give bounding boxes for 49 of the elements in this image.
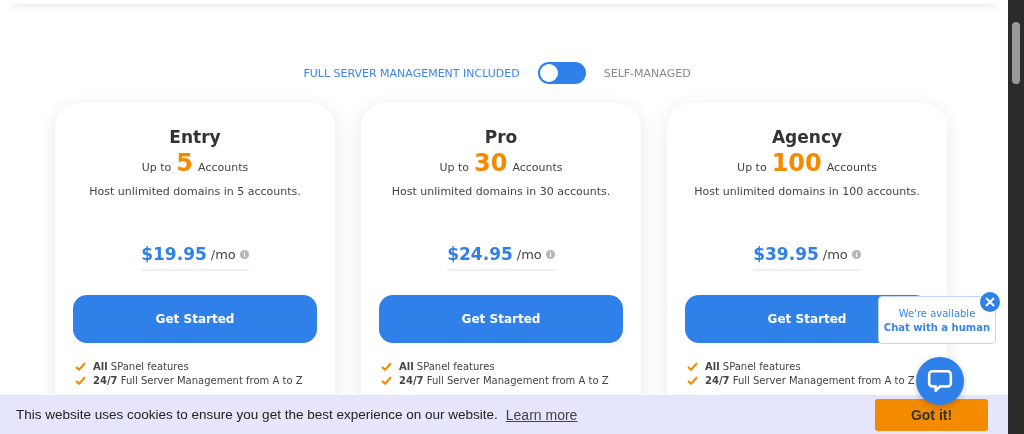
check-icon (687, 376, 698, 385)
scrollbar[interactable] (1008, 0, 1024, 434)
feature-text: All SPanel features (93, 361, 189, 372)
check-icon (381, 376, 392, 385)
info-icon[interactable] (545, 249, 555, 259)
plan-description: Host unlimited domains in 30 accounts. (391, 185, 611, 198)
accounts-count: 30 (474, 149, 508, 177)
accounts-count: 100 (771, 149, 822, 177)
speech-bubble-icon (927, 368, 953, 394)
check-icon (75, 362, 86, 371)
plan-description: Host unlimited domains in 100 accounts. (694, 185, 920, 198)
accounts-prefix: Up to (737, 161, 767, 174)
info-icon[interactable] (239, 249, 249, 259)
check-icon (687, 362, 698, 371)
accounts-unit: Accounts (826, 161, 877, 174)
accounts-prefix: Up to (141, 161, 172, 174)
accounts-unit: Accounts (512, 161, 563, 174)
close-icon[interactable] (980, 292, 1000, 312)
check-icon (75, 376, 86, 385)
plan-name: Entry (169, 127, 221, 147)
price-period: /mo (516, 246, 542, 262)
accounts-unit: Accounts (198, 161, 249, 174)
info-icon[interactable] (851, 249, 861, 259)
price-period: /mo (210, 246, 236, 262)
plan-price: $19.95 (141, 244, 207, 264)
got-it-button[interactable]: Got it! (875, 399, 988, 431)
feature-text: 24/7 Full Server Management from A to Z (705, 375, 915, 386)
feature-text: All SPanel features (705, 361, 801, 372)
plan-price: $39.95 (753, 244, 819, 264)
cookie-message: This website uses cookies to ensure you get the best experience on our website. (16, 407, 498, 422)
feature-text: 24/7 Full Server Management from A to Z (399, 375, 609, 386)
price-period: /mo (822, 246, 848, 262)
chat-popup[interactable]: We're available Chat with a human (878, 296, 996, 344)
toggle-switch[interactable] (537, 62, 586, 84)
plan-price: $24.95 (447, 244, 513, 264)
plan-name: Pro (484, 127, 518, 147)
plan-name: Agency (771, 127, 843, 147)
toggle-label[interactable]: SELF-MANAGED (603, 66, 691, 80)
accounts-prefix: Up to (439, 161, 469, 174)
accounts-count: 5 (176, 149, 194, 177)
feature-text: 24/7 Full Server Management from A to Z (93, 375, 303, 386)
scrollbar-thumb[interactable] (1012, 22, 1020, 84)
get-started-button[interactable]: Get Started (73, 295, 317, 343)
get-started-button[interactable]: Get Started (379, 295, 623, 343)
toggle-label[interactable]: FULL SERVER MANAGEMENT INCLUDED (303, 66, 520, 80)
plan-description: Host unlimited domains in 5 accounts. (89, 185, 301, 198)
feature-text: All SPanel features (399, 361, 495, 372)
check-icon (381, 362, 392, 371)
learn-more-link[interactable]: Learn more (505, 406, 578, 423)
